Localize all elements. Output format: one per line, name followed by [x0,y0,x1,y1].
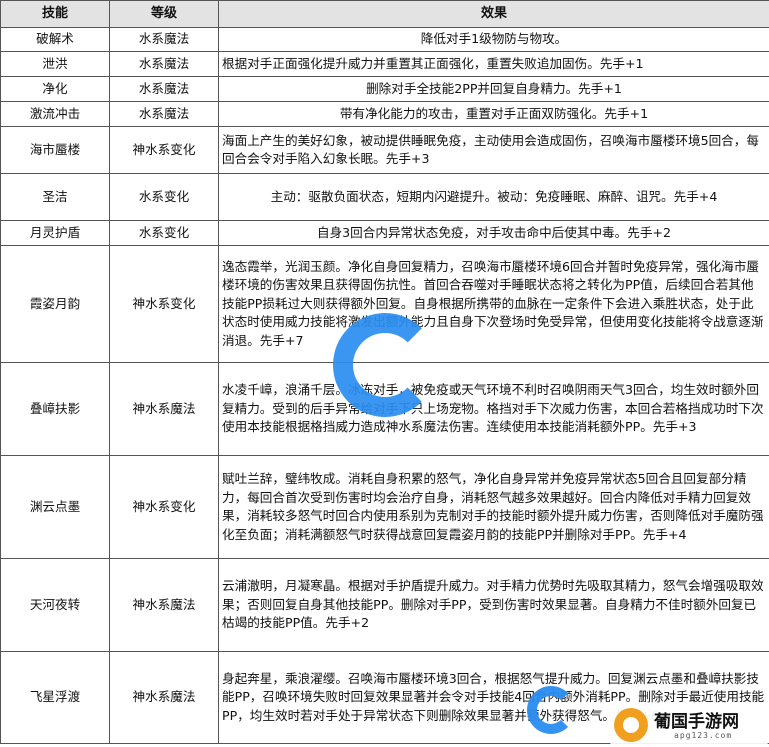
skill-effect: 逸态霞举，光润玉颜。净化自身回复精力，召唤海市蜃楼环境6回合并暂时免疫异常，强化… [218,245,769,363]
skill-grade: 神水系变化 [109,455,219,559]
site-logo-icon [614,708,648,742]
skill-grade: 水系魔法 [109,101,219,127]
skill-name: 激流冲击 [0,101,110,127]
watermark-site-url: apg123.com [674,731,733,740]
skill-effect: 自身3回合内异常状态免疫，对手攻击命中后使其中毒。先手+2 [218,220,769,246]
table-row: 泄洪 水系魔法 根据对手正面强化提升威力并重置其正面强化，重置失败追加固伤。先手… [0,51,769,77]
skill-name: 破解术 [0,27,110,52]
skill-effect: 根据对手正面强化提升威力并重置其正面强化，重置失败追加固伤。先手+1 [218,51,769,77]
skill-name: 净化 [0,76,110,102]
skill-grade: 水系变化 [109,220,219,246]
skill-effect: 带有净化能力的攻击，重置对手正面双防强化。先手+1 [218,101,769,127]
skill-grade: 水系魔法 [109,51,219,77]
skill-name: 月灵护盾 [0,220,110,246]
table-row: 月灵护盾 水系变化 自身3回合内异常状态免疫，对手攻击命中后使其中毒。先手+2 [0,220,769,246]
skill-grade: 神水系变化 [109,245,219,363]
table-row: 天河夜转 神水系魔法 云浦澈明，月凝寒晶。根据对手护盾提升威力。对手精力优势时先… [0,558,769,652]
watermark-c-icon [333,313,437,417]
watermark-small-c-icon [527,686,575,734]
table-row: 海市蜃楼 神水系变化 海面上产生的美好幻象，被动提供睡眠免疫，主动使用会造成固伤… [0,126,769,174]
skill-name: 渊云点墨 [0,455,110,559]
skill-name: 泄洪 [0,51,110,77]
skill-grade: 神水系变化 [109,126,219,174]
table-row: 圣洁 水系变化 主动：驱散负面状态，短期内闪避提升。被动：免疫睡眠、麻醉、诅咒。… [0,173,769,221]
table-row: 激流冲击 水系魔法 带有净化能力的攻击，重置对手正面双防强化。先手+1 [0,101,769,127]
skill-effect: 海面上产生的美好幻象，被动提供睡眠免疫，主动使用会造成固伤，召唤海市蜃楼环境5回… [218,126,769,174]
skill-name: 天河夜转 [0,558,110,652]
skill-effect: 删除对手全技能2PP并回复自身精力。先手+1 [218,76,769,102]
skill-effect: 云浦澈明，月凝寒晶。根据对手护盾提升威力。对手精力优势时先吸取其精力，怒气会增强… [218,558,769,652]
skill-name: 海市蜃楼 [0,126,110,174]
header-skill: 技能 [0,0,110,28]
skill-grade: 神水系魔法 [109,558,219,652]
table-header-row: 技能 等级 效果 [0,0,769,28]
watermark-site-name: 葡国手游网 [654,712,739,732]
skill-effect: 赋吐兰辞，璧纬牧成。消耗自身积累的怒气，净化自身异常并免疫异常状态5回合且回复部… [218,455,769,559]
skill-effect: 水凌千嶂，浪涌千层。冰冻对手，被免疫或天气环境不利时召唤阴雨天气3回合，均生效时… [218,362,769,456]
skill-grade: 水系魔法 [109,76,219,102]
skill-grade: 水系变化 [109,173,219,221]
table-row: 渊云点墨 神水系变化 赋吐兰辞，璧纬牧成。消耗自身积累的怒气，净化自身异常并免疫… [0,455,769,559]
skill-name: 叠嶂扶影 [0,362,110,456]
table-row: 破解术 水系魔法 降低对手1级物防与物攻。 [0,27,769,52]
skill-name: 霞姿月韵 [0,245,110,363]
skill-effect: 主动：驱散负面状态，短期内闪避提升。被动：免疫睡眠、麻醉、诅咒。先手+4 [218,173,769,221]
skill-grade: 神水系魔法 [109,651,219,744]
header-grade: 等级 [109,0,219,28]
table-row: 净化 水系魔法 删除对手全技能2PP并回复自身精力。先手+1 [0,76,769,102]
skill-grade: 神水系魔法 [109,362,219,456]
skill-grade: 水系魔法 [109,27,219,52]
watermark-badge: 葡国手游网 apg123.com [610,704,768,746]
skill-name: 飞星浮渡 [0,651,110,744]
skill-effect: 降低对手1级物防与物攻。 [218,27,769,52]
skill-name: 圣洁 [0,173,110,221]
header-effect: 效果 [218,0,769,28]
